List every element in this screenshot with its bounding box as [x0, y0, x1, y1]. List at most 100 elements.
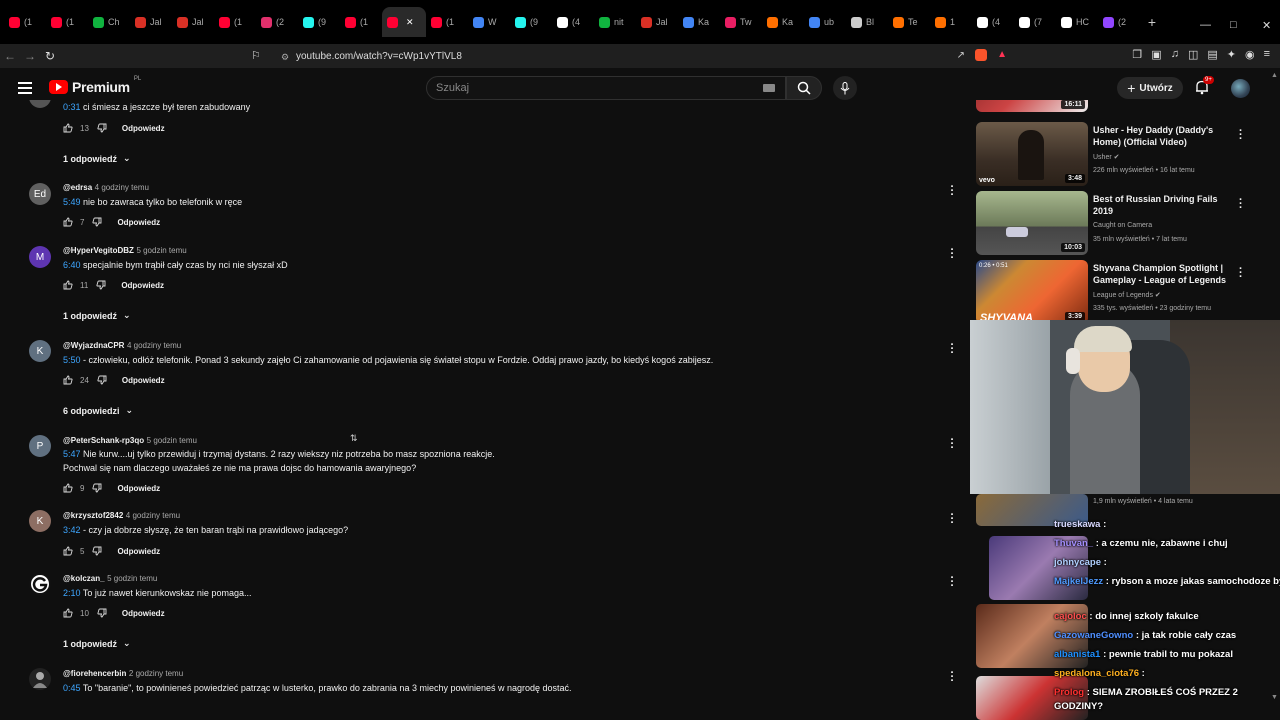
comment-time[interactable]: 2 godziny temu — [129, 669, 183, 678]
scrollbar-up-arrow[interactable]: ▲ — [1271, 72, 1278, 79]
reply-button[interactable]: Odpowiedz — [122, 124, 165, 133]
site-info-icon[interactable]: ⚙ — [281, 52, 289, 63]
browser-tab[interactable]: 1 — [930, 7, 972, 37]
comment-options-icon[interactable]: ... — [949, 242, 955, 261]
like-icon[interactable] — [63, 375, 73, 385]
dislike-icon[interactable] — [97, 608, 107, 618]
timestamp-link[interactable]: 2:10 — [63, 588, 81, 598]
show-replies-button[interactable]: 1 odpowiedź ⌄ — [63, 310, 131, 321]
dislike-icon[interactable] — [97, 375, 107, 385]
recommended-video[interactable]: 0:26 • 0:51 SHYVANA 3:39 Shyvana Champio… — [976, 260, 1280, 324]
url-field[interactable]: ⚙ youtube.com/watch?v=cWp1vYTlVL8 ↗ ▲ — [275, 48, 1015, 65]
video-options-icon[interactable]: ... — [1239, 123, 1242, 142]
comment-time[interactable]: 4 godziny temu — [95, 183, 149, 192]
music-icon[interactable]: ♫ — [1171, 48, 1179, 61]
new-tab-button[interactable]: + — [1140, 10, 1164, 34]
like-icon[interactable] — [63, 546, 73, 556]
account-avatar[interactable] — [1231, 79, 1250, 98]
comment-time[interactable]: 4 godziny temu — [127, 341, 181, 350]
dislike-icon[interactable] — [92, 217, 102, 227]
video-options-icon[interactable]: ... — [1239, 261, 1242, 280]
browser-tab[interactable]: Te — [888, 7, 930, 37]
comment-time[interactable]: 5 godzin temu — [147, 436, 197, 445]
recommended-video[interactable]: vevo 3:48 Usher - Hey Daddy (Daddy's Hom… — [976, 122, 1280, 186]
sidebar-icon[interactable]: ▣ — [1151, 48, 1161, 61]
minimize-button[interactable]: — — [1200, 19, 1211, 31]
browser-tab[interactable]: (7 — [1014, 7, 1056, 37]
browser-tab[interactable]: (1 — [4, 7, 46, 37]
panel-icon[interactable]: ◫ — [1188, 48, 1198, 61]
comment-author[interactable]: @fiorehencerbin — [63, 669, 126, 678]
video-thumbnail[interactable]: 0:26 • 0:51 SHYVANA 3:39 — [976, 260, 1088, 324]
comment-author[interactable]: @PeterSchank-rp3qo — [63, 436, 144, 445]
timestamp-link[interactable]: 3:42 — [63, 525, 81, 535]
browser-tab[interactable]: ✕ — [382, 7, 426, 37]
browser-tab[interactable]: (1 — [426, 7, 468, 37]
comment-options-icon[interactable]: ... — [949, 507, 955, 526]
reload-button[interactable]: ↻ — [40, 49, 60, 63]
browser-tab[interactable]: Jal — [130, 7, 172, 37]
close-window-button[interactable]: ✕ — [1262, 19, 1271, 32]
comment-author[interactable]: @HyperVegitoDBZ — [63, 246, 134, 255]
dislike-icon[interactable] — [92, 546, 102, 556]
browser-tab[interactable]: W — [468, 7, 510, 37]
video-title[interactable]: Usher - Hey Daddy (Daddy's Home) (Offici… — [1093, 124, 1233, 148]
timestamp-link[interactable]: 5:50 — [63, 355, 81, 365]
browser-tab[interactable]: (2 — [256, 7, 298, 37]
search-button[interactable] — [786, 76, 822, 100]
comment-options-icon[interactable]: ... — [949, 432, 955, 451]
extensions-icon[interactable]: ❐ — [1132, 48, 1142, 61]
vpn-icon[interactable]: ◉ — [1245, 48, 1255, 61]
share-icon[interactable]: ↗ — [957, 50, 965, 61]
menu-icon[interactable]: ≡ — [1264, 48, 1270, 61]
like-icon[interactable] — [63, 280, 73, 290]
comment-avatar[interactable]: M — [29, 246, 51, 268]
youtube-premium-logo[interactable]: Premium PL — [49, 76, 141, 95]
comment-avatar[interactable] — [29, 573, 51, 595]
leo-icon[interactable]: ✦ — [1227, 48, 1236, 61]
recommended-video[interactable]: 10:03 Best of Russian Driving Fails 2019… — [976, 191, 1280, 255]
browser-tab[interactable]: Jal — [172, 7, 214, 37]
browser-tab[interactable]: HC — [1056, 7, 1098, 37]
reply-button[interactable]: Odpowiedz — [122, 376, 165, 385]
comment-avatar[interactable]: Ed — [29, 183, 51, 205]
video-title[interactable]: Best of Russian Driving Fails 2019 — [1093, 193, 1233, 217]
comment-author[interactable]: @krzysztof2842 — [63, 511, 123, 520]
reply-button[interactable]: Odpowiedz — [121, 281, 164, 290]
browser-tab[interactable]: nit — [594, 7, 636, 37]
browser-tab[interactable]: ub — [804, 7, 846, 37]
browser-tab[interactable]: (1 — [46, 7, 88, 37]
browser-tab[interactable]: (9 — [510, 7, 552, 37]
channel-name[interactable]: Usher ✔ — [1093, 153, 1120, 161]
dislike-icon[interactable] — [97, 123, 107, 133]
like-icon[interactable] — [63, 483, 73, 493]
brave-shield-icon[interactable] — [975, 49, 987, 61]
channel-name[interactable]: League of Legends ✔ — [1093, 291, 1161, 299]
wallet-icon[interactable]: ▤ — [1207, 48, 1217, 61]
browser-tab[interactable]: (1 — [214, 7, 256, 37]
video-thumbnail[interactable]: vevo 3:48 — [976, 122, 1088, 186]
video-thumbnail[interactable]: 10:03 — [976, 191, 1088, 255]
forward-button[interactable]: → — [20, 49, 40, 63]
brave-rewards-icon[interactable]: ▲ — [997, 49, 1007, 60]
maximize-button[interactable]: □ — [1230, 19, 1237, 31]
show-replies-button[interactable]: 1 odpowiedź ⌄ — [63, 638, 131, 649]
browser-tab[interactable]: (1 — [340, 7, 382, 37]
timestamp-link[interactable]: 5:47 — [63, 449, 81, 459]
reply-button[interactable]: Odpowiedz — [117, 218, 160, 227]
comment-avatar[interactable]: K — [29, 340, 51, 362]
timestamp-link[interactable]: 5:49 — [63, 197, 81, 207]
comment-author[interactable]: @WyjazdnaCPR — [63, 341, 124, 350]
like-icon[interactable] — [63, 217, 73, 227]
timestamp-link[interactable]: 0:31 — [63, 102, 81, 112]
browser-tab[interactable]: Ch — [88, 7, 130, 37]
reply-button[interactable]: Odpowiedz — [117, 547, 160, 556]
search-input[interactable]: Szukaj — [426, 76, 786, 100]
browser-tab[interactable]: (4 — [972, 7, 1014, 37]
reply-button[interactable]: Odpowiedz — [122, 609, 165, 618]
browser-tab[interactable]: (9 — [298, 7, 340, 37]
timestamp-link[interactable]: 6:40 — [63, 260, 81, 270]
comment-options-icon[interactable]: ... — [949, 337, 955, 356]
video-thumbnail[interactable]: 16:11 — [976, 100, 1088, 112]
comment-time[interactable]: 5 godzin temu — [107, 574, 157, 583]
